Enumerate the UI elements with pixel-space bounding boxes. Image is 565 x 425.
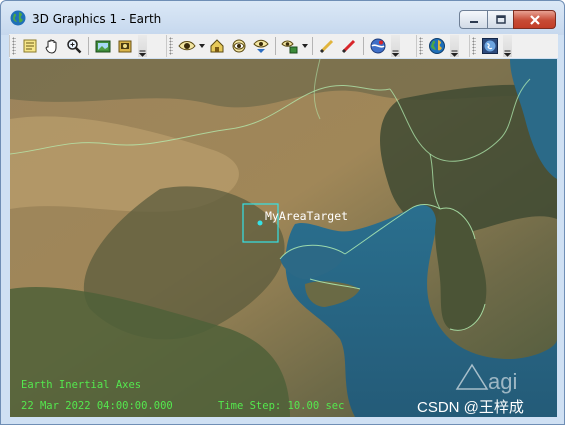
zoom-button[interactable] bbox=[63, 35, 85, 57]
draw-line-button[interactable] bbox=[316, 35, 338, 57]
window-title: 3D Graphics 1 - Earth bbox=[32, 12, 162, 26]
record-button[interactable] bbox=[114, 35, 136, 57]
earth-button[interactable] bbox=[426, 35, 448, 57]
view-from-button[interactable] bbox=[176, 35, 198, 57]
time-step-label: Time Step: 10.00 sec bbox=[218, 400, 345, 412]
orbit-view-icon bbox=[232, 39, 246, 53]
maximize-icon bbox=[495, 15, 506, 24]
object-view-button[interactable] bbox=[279, 35, 301, 57]
graphics-window: 3D Graphics 1 - Earth agi MyAreaTarget E… bbox=[0, 0, 565, 425]
pan-button[interactable] bbox=[41, 35, 63, 57]
chevron-down-icon bbox=[451, 50, 458, 57]
toolbar-grip[interactable] bbox=[12, 37, 16, 55]
toolbar-grip[interactable] bbox=[169, 37, 173, 55]
object-view-icon bbox=[281, 40, 298, 54]
measure-icon bbox=[341, 39, 356, 54]
close-icon bbox=[529, 14, 540, 25]
object-view-dropdown[interactable] bbox=[301, 35, 309, 57]
home-view-icon bbox=[210, 39, 224, 53]
scenario-date-label: 22 Mar 2022 04:00:00.000 bbox=[21, 400, 173, 412]
toolbar-group-earth bbox=[416, 35, 464, 57]
chevron-down-icon bbox=[302, 44, 308, 48]
toolbar-group-view bbox=[9, 35, 166, 57]
csdn-watermark: CSDN @王梓成 bbox=[417, 399, 524, 416]
toolbar-overflow-button[interactable] bbox=[503, 35, 512, 57]
chevron-down-icon bbox=[139, 50, 146, 57]
view-from-dropdown[interactable] bbox=[198, 35, 206, 57]
maximize-button[interactable] bbox=[487, 10, 513, 29]
window-controls bbox=[459, 10, 556, 30]
minimize-button[interactable] bbox=[459, 10, 487, 29]
snapshot-icon bbox=[95, 40, 111, 53]
close-button[interactable] bbox=[513, 10, 556, 29]
map-icon bbox=[482, 38, 498, 54]
title-bar[interactable]: 3D Graphics 1 - Earth bbox=[1, 1, 564, 35]
toolbar-separator bbox=[363, 37, 364, 55]
3d-globe-viewport[interactable]: agi MyAreaTarget Earth Inertial Axes 22 … bbox=[10, 59, 557, 417]
toolbar bbox=[9, 34, 558, 58]
toolbar-separator bbox=[88, 37, 89, 55]
toolbar-group-camera bbox=[166, 35, 416, 57]
toolbar-grip[interactable] bbox=[472, 37, 476, 55]
chevron-down-icon bbox=[504, 50, 511, 57]
record-icon bbox=[118, 40, 132, 53]
agi-logo-text: agi bbox=[488, 369, 517, 394]
globe-manager-button[interactable] bbox=[367, 35, 389, 57]
map-button[interactable] bbox=[479, 35, 501, 57]
reference-frame-label: Earth Inertial Axes bbox=[21, 379, 142, 391]
zoom-icon bbox=[67, 39, 82, 54]
area-target-label: MyAreaTarget bbox=[265, 209, 349, 223]
draw-line-icon bbox=[319, 39, 334, 54]
globe-icon bbox=[10, 10, 26, 26]
properties-icon bbox=[23, 39, 37, 53]
snapshot-button[interactable] bbox=[92, 35, 114, 57]
minimize-icon bbox=[469, 20, 478, 23]
globe-manager-icon bbox=[370, 38, 386, 54]
view-down-button[interactable] bbox=[250, 35, 272, 57]
view-from-icon bbox=[178, 41, 196, 51]
toolbar-separator bbox=[275, 37, 276, 55]
area-target-center-marker[interactable] bbox=[257, 220, 263, 226]
properties-button[interactable] bbox=[19, 35, 41, 57]
toolbar-overflow-button[interactable] bbox=[391, 35, 400, 57]
toolbar-separator bbox=[312, 37, 313, 55]
toolbar-overflow-button[interactable] bbox=[138, 35, 147, 57]
toolbar-group-map bbox=[469, 35, 517, 57]
earth-surface-map[interactable]: agi bbox=[10, 59, 557, 417]
toolbar-grip[interactable] bbox=[419, 37, 423, 55]
toolbar-overflow-button[interactable] bbox=[450, 35, 459, 57]
view-down-icon bbox=[253, 39, 269, 53]
chevron-down-icon bbox=[392, 50, 399, 57]
home-view-button[interactable] bbox=[206, 35, 228, 57]
measure-button[interactable] bbox=[338, 35, 360, 57]
earth-icon bbox=[429, 38, 445, 54]
pan-hand-icon bbox=[45, 39, 57, 54]
chevron-down-icon bbox=[199, 44, 205, 48]
orbit-view-button[interactable] bbox=[228, 35, 250, 57]
